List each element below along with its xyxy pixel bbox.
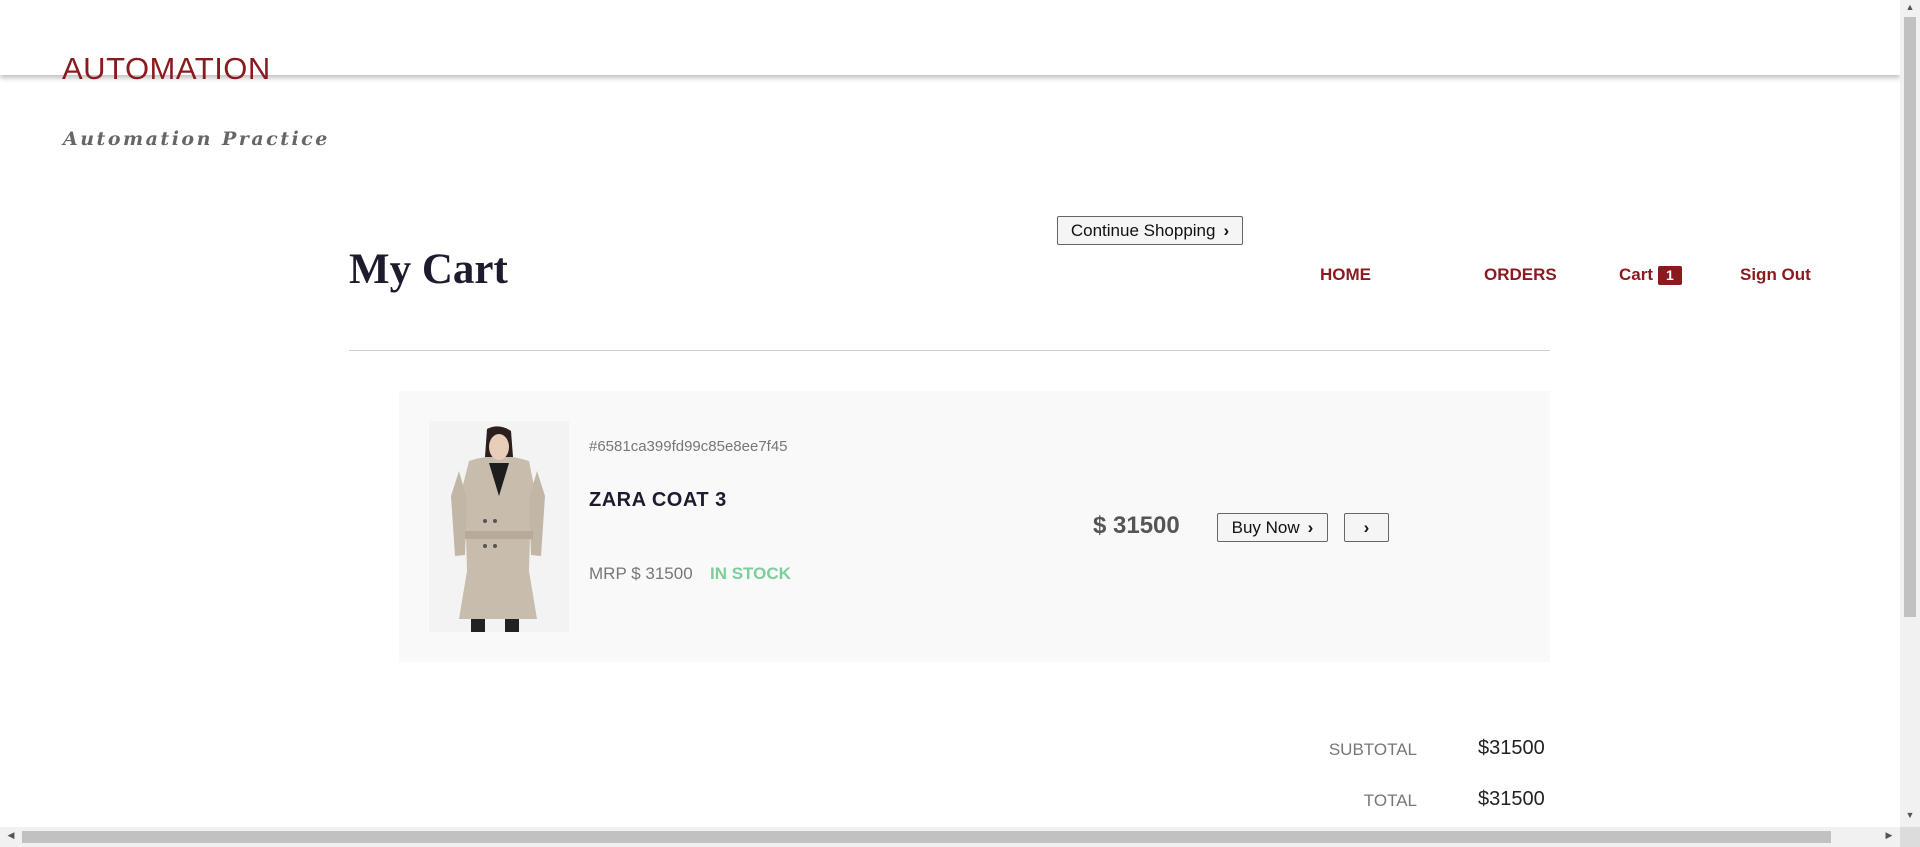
page-title: My Cart xyxy=(349,246,508,293)
total-label: TOTAL xyxy=(1363,791,1417,810)
horizontal-scrollbar[interactable]: ◀ ▶ xyxy=(0,827,1900,847)
buy-now-label: Buy Now xyxy=(1231,517,1300,537)
item-name: ZARA COAT 3 xyxy=(589,489,727,511)
coat-product-image xyxy=(429,421,569,632)
continue-shopping-label: Continue Shopping xyxy=(1070,220,1216,240)
item-price: $ 31500 xyxy=(1093,512,1180,539)
horizontal-scroll-thumb[interactable] xyxy=(22,831,1831,843)
item-stock-status: IN STOCK xyxy=(710,564,791,583)
brand-title: AUTOMATION xyxy=(62,51,271,86)
scroll-right-icon[interactable]: ▶ xyxy=(1882,830,1896,844)
scroll-down-icon[interactable]: ▼ xyxy=(1904,810,1916,824)
header-divider xyxy=(349,350,1550,351)
chevron-right-icon: › xyxy=(1223,221,1230,240)
vertical-scrollbar[interactable]: ▲ ▼ xyxy=(1900,0,1920,847)
item-next-button[interactable]: › xyxy=(1344,513,1389,542)
vertical-scroll-thumb[interactable] xyxy=(1904,17,1916,617)
chevron-right-icon: › xyxy=(1363,518,1370,537)
cart-item: #6581ca399fd99c85e8ee7f45 ZARA COAT 3 MR… xyxy=(399,391,1550,662)
total-value: $31500 xyxy=(1478,788,1545,810)
brand-subtitle: Automation Practice xyxy=(63,128,330,150)
continue-shopping-button[interactable]: Continue Shopping › xyxy=(1057,216,1243,245)
nav-cart-link[interactable]: Cart 1 xyxy=(1619,265,1682,285)
nav-orders-link[interactable]: ORDERS xyxy=(1484,265,1557,285)
scroll-left-icon[interactable]: ◀ xyxy=(4,830,18,844)
scrollbar-corner xyxy=(1900,827,1920,847)
chevron-right-icon: › xyxy=(1307,518,1314,537)
nav-signout-link[interactable]: Sign Out xyxy=(1740,265,1811,285)
buy-now-button[interactable]: Buy Now › xyxy=(1217,513,1328,542)
item-id: #6581ca399fd99c85e8ee7f45 xyxy=(589,438,788,455)
top-header-bar xyxy=(0,0,1900,75)
nav-cart-label: Cart xyxy=(1619,265,1654,284)
subtotal-value: $31500 xyxy=(1478,737,1545,759)
nav-home-link[interactable]: HOME xyxy=(1320,265,1371,285)
cart-count-badge: 1 xyxy=(1658,265,1682,285)
scroll-up-icon[interactable]: ▲ xyxy=(1904,2,1916,16)
item-mrp: MRP $ 31500 xyxy=(589,564,693,583)
subtotal-label: SUBTOTAL xyxy=(1328,740,1417,759)
